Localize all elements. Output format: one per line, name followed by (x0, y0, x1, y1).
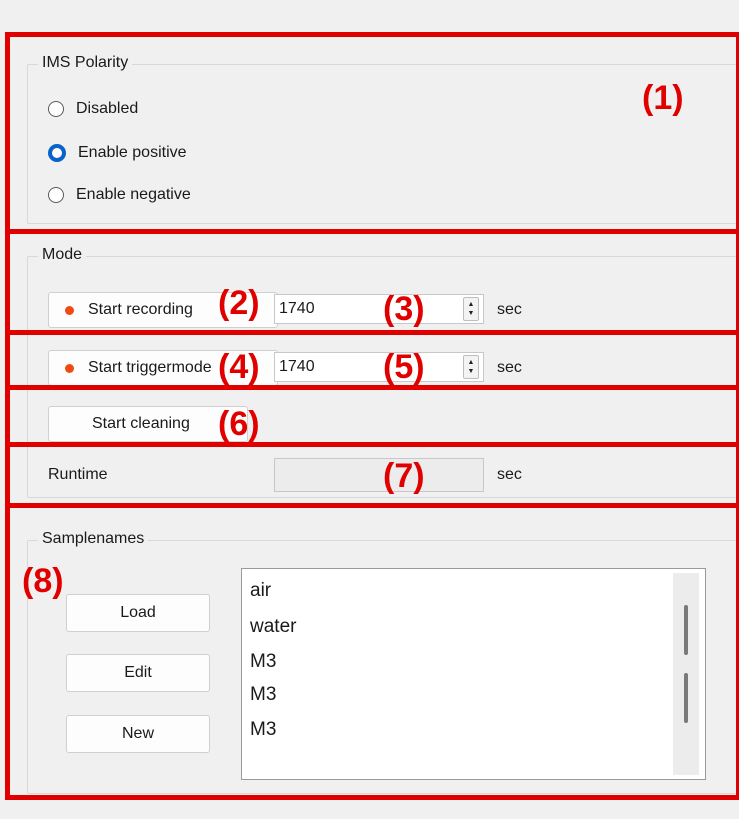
annotation-label-5: (5) (383, 348, 425, 386)
annotation-box-8 (5, 503, 739, 800)
annotation-label-7: (7) (383, 457, 425, 495)
annotation-box-7 (5, 442, 739, 508)
annotation-label-1: (1) (642, 79, 684, 117)
annotation-label-8: (8) (22, 562, 64, 600)
annotation-box-1 (5, 32, 739, 234)
annotation-label-3: (3) (383, 290, 425, 328)
annotation-box-6 (5, 385, 739, 447)
annotation-label-2: (2) (218, 284, 260, 322)
annotation-label-6: (6) (218, 405, 260, 443)
annotation-label-4: (4) (218, 348, 260, 386)
annotation-box-2-3 (5, 229, 739, 335)
annotation-box-4-5 (5, 330, 739, 390)
